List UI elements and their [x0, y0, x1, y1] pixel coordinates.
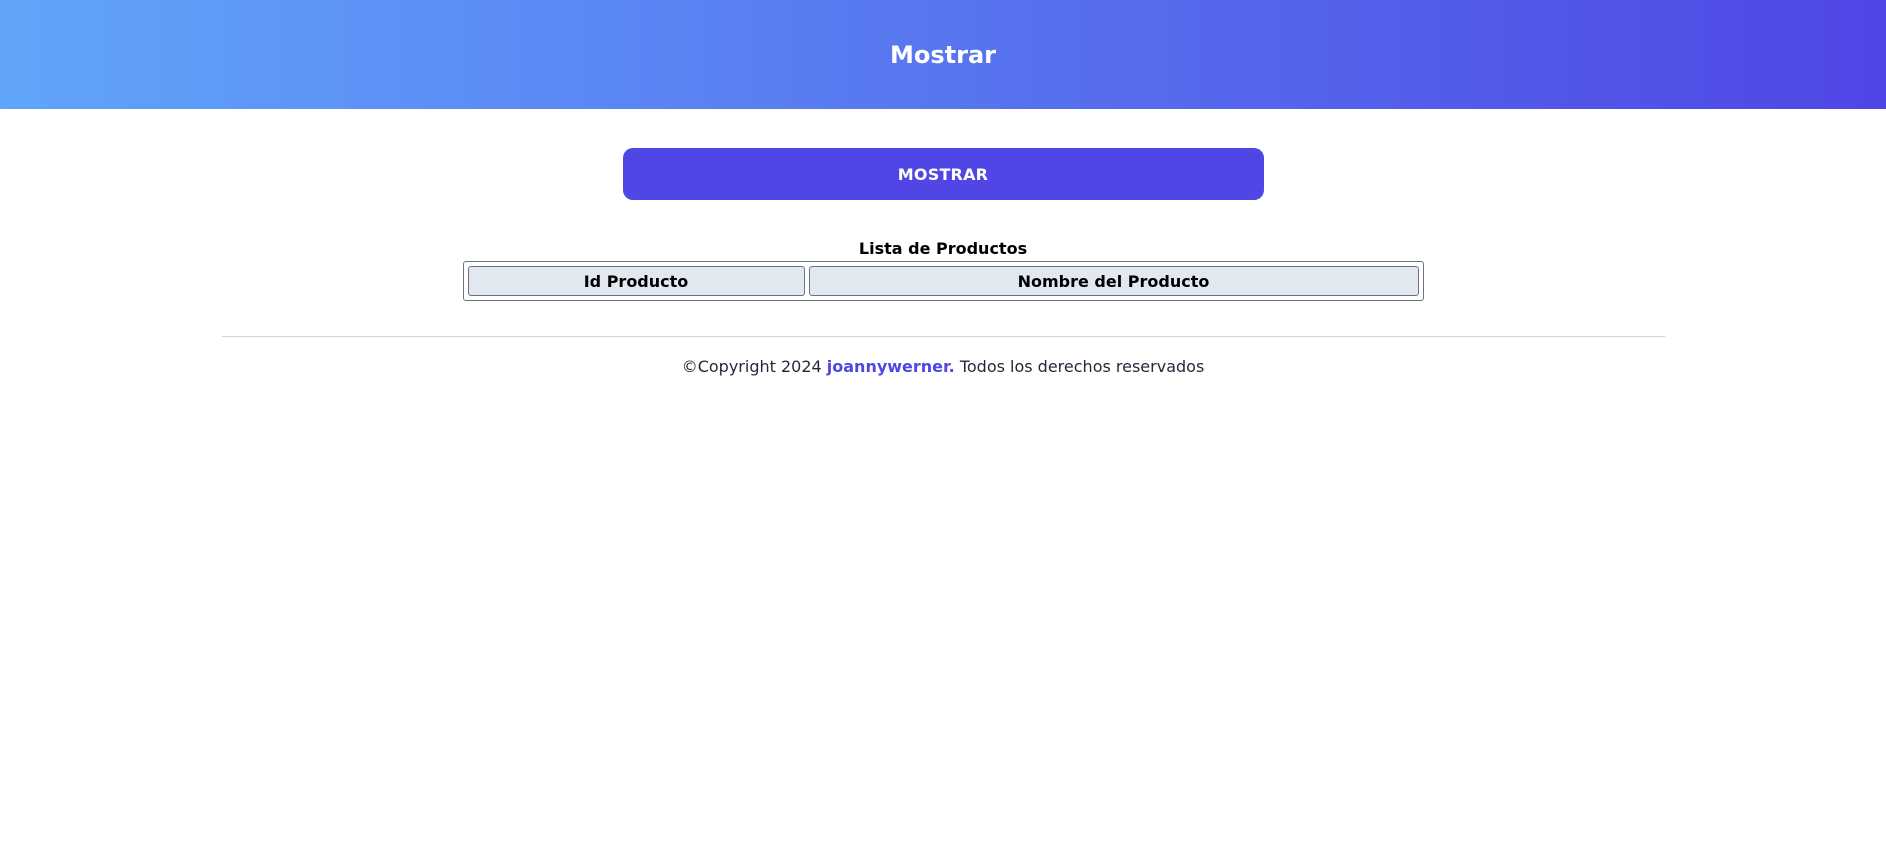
copyright-text: ©Copyright 2024 [681, 357, 822, 376]
products-table-section: Lista de Productos Id Producto Nombre de… [462, 238, 1424, 301]
table-caption: Lista de Productos [858, 239, 1028, 258]
rights-text: Todos los derechos reservados [959, 357, 1205, 376]
footer-divider [221, 336, 1665, 337]
main-content: MOSTRAR Lista de Productos Id Producto N… [0, 109, 1886, 376]
products-table: Id Producto Nombre del Producto [462, 261, 1424, 301]
author-link[interactable]: joannywerner. [827, 357, 955, 376]
column-header-id: Id Producto [467, 266, 805, 296]
page-header: Mostrar [0, 0, 1886, 109]
show-button[interactable]: MOSTRAR [622, 148, 1264, 200]
column-header-name: Nombre del Producto [808, 266, 1419, 296]
page-footer: ©Copyright 2024 joannywerner. Todos los … [682, 357, 1205, 376]
table-header-row: Id Producto Nombre del Producto [467, 266, 1419, 296]
page-title: Mostrar [890, 40, 996, 69]
